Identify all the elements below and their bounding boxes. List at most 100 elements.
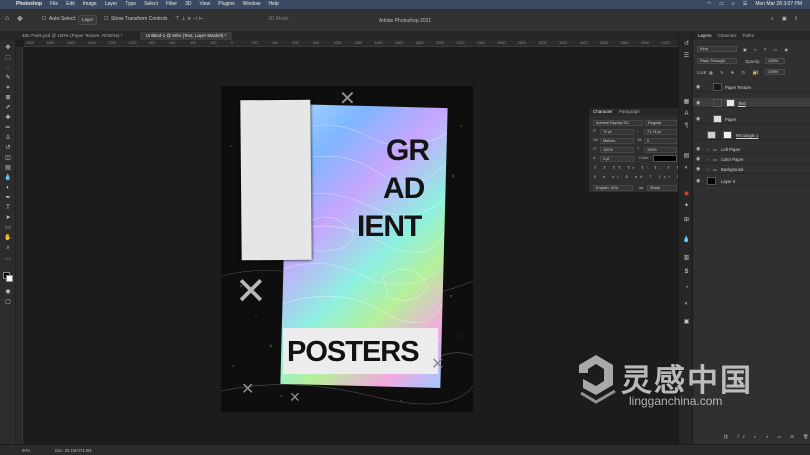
plugin-icon[interactable]: ◉: [682, 190, 691, 199]
search-icon[interactable]: ⌕: [771, 16, 774, 22]
layer-row-left-paper[interactable]: ◉ › ▭ Left Paper: [693, 144, 810, 154]
pen-tool-icon[interactable]: ✒: [3, 194, 13, 203]
fill-field[interactable]: 100%: [765, 69, 785, 75]
path-select-tool-icon[interactable]: ➤: [3, 214, 13, 223]
search-icon[interactable]: ⌕: [732, 0, 735, 9]
workspace-icon[interactable]: ▣: [782, 16, 787, 22]
clone-source-icon[interactable]: ▣: [682, 318, 691, 327]
menu-help[interactable]: Help: [268, 0, 278, 9]
gradient-tool-icon[interactable]: ▤: [3, 164, 13, 173]
move-tool-icon[interactable]: ✥: [3, 44, 13, 53]
tab-paths[interactable]: Paths: [743, 32, 755, 40]
visibility-eye-icon[interactable]: ◉: [696, 100, 700, 106]
layer-action-icons[interactable]: ⛓ fx ◐ ◑ ▭ ⊞ 🗑: [723, 434, 810, 440]
group-chevron-icon[interactable]: ›: [707, 157, 708, 162]
type-tool-icon[interactable]: T: [3, 204, 13, 213]
blend-mode-select[interactable]: Pass Through: [697, 58, 737, 64]
document-info[interactable]: Doc: 25.1M/474.8M: [55, 448, 92, 453]
lasso-tool-icon[interactable]: ◌: [3, 64, 13, 73]
control-center-icon[interactable]: ☰: [743, 0, 747, 9]
quick-select-tool-icon[interactable]: ✎: [3, 74, 13, 83]
healing-tool-icon[interactable]: ✚: [3, 114, 13, 123]
visibility-eye-icon[interactable]: ◉: [696, 146, 700, 152]
group-chevron-icon[interactable]: ›: [707, 167, 708, 172]
menu-window[interactable]: Window: [243, 0, 261, 9]
shape-tool-icon[interactable]: ▭: [3, 224, 13, 233]
history-icon[interactable]: ↺: [682, 40, 691, 49]
layer-row-rectangle-1[interactable]: Rectangle 1: [693, 130, 810, 140]
more-tools-icon[interactable]: ⋯: [3, 256, 13, 265]
group-chevron-icon[interactable]: ›: [707, 147, 708, 152]
layer-row-text[interactable]: ◉ Text: [693, 98, 810, 108]
layer-row-layer-4[interactable]: ◉ Layer 4: [693, 176, 810, 186]
opentype-buttons[interactable]: ﬁ σ st Ā ad T 1st ½: [594, 175, 683, 179]
menu-view[interactable]: View: [200, 0, 211, 9]
visibility-eye-icon[interactable]: ◉: [696, 156, 700, 162]
eyedropper-tool-icon[interactable]: ✐: [3, 104, 13, 113]
move-tool-icon[interactable]: ✥: [17, 15, 23, 23]
tab-paragraph[interactable]: Paragraph: [619, 108, 640, 116]
tracking-field[interactable]: 0: [644, 138, 677, 144]
color-icon[interactable]: 💧: [682, 236, 691, 245]
text-color-swatch[interactable]: [653, 155, 677, 162]
paragraph-panel-icon[interactable]: ¶: [682, 122, 691, 131]
frame-tool-icon[interactable]: ⊠: [3, 94, 13, 103]
battery-icon[interactable]: ▭: [719, 0, 724, 9]
wifi-icon[interactable]: ◠: [707, 0, 711, 9]
stamp-tool-icon[interactable]: ♙: [3, 134, 13, 143]
navigator-icon[interactable]: ◔: [682, 284, 691, 293]
hand-tool-icon[interactable]: ✋: [3, 234, 13, 243]
layer-filter-select[interactable]: Kind: [697, 46, 737, 52]
menu-3d[interactable]: 3D: [185, 0, 191, 9]
quick-mask-icon[interactable]: ◉: [3, 288, 13, 297]
menu-layer[interactable]: Layer: [105, 0, 118, 9]
visibility-eye-icon[interactable]: ◉: [696, 84, 700, 90]
leading-field[interactable]: 71.74 pt: [644, 129, 677, 135]
font-style-select[interactable]: Regular: [645, 120, 677, 126]
marquee-tool-icon[interactable]: ⬚: [3, 54, 13, 63]
share-icon[interactable]: ⇪: [794, 16, 798, 22]
tab-untitled-1[interactable]: Untitled-1 @ 50% (Text, Layer Mask/8) *: [140, 32, 233, 40]
menu-select[interactable]: Select: [144, 0, 158, 9]
menu-plugins[interactable]: Plugins: [218, 0, 234, 9]
properties-icon[interactable]: ☰: [682, 52, 691, 61]
tab-layers[interactable]: Layers: [698, 32, 712, 40]
character-panel-icon[interactable]: A: [682, 110, 691, 119]
kerning-field[interactable]: Metrics: [600, 138, 634, 144]
type-style-buttons[interactable]: T T TT Tr T' T, T Ŧ: [594, 166, 682, 170]
auto-select-checkbox[interactable]: ☐: [42, 16, 46, 22]
tab-character[interactable]: Character: [593, 108, 613, 116]
background-color-swatch[interactable]: [6, 275, 13, 282]
menu-type[interactable]: Type: [125, 0, 136, 9]
layer-comps-icon[interactable]: ▥: [682, 254, 691, 263]
screen-mode-icon[interactable]: ▢: [3, 298, 13, 307]
horizontal-scale-field[interactable]: 100%: [644, 147, 677, 153]
menu-file[interactable]: File: [50, 0, 58, 9]
poster-artboard[interactable]: GR AD IENT POSTERS ✕ ✕ ✕ ✕ ✕: [221, 86, 473, 412]
swatches-icon[interactable]: ▦: [682, 98, 691, 107]
clock[interactable]: Mon Mar 28 3:07 PM: [755, 0, 802, 9]
align-icons[interactable]: ⊤⊥≡⊣⊢: [175, 16, 205, 22]
info-icon[interactable]: ◐: [682, 300, 691, 309]
layer-row-background[interactable]: ◉ › ▭ Background: [693, 164, 810, 174]
tab-48k-parts[interactable]: 48K Parts.psd @ 100% (Paper Texture, RGB…: [16, 32, 129, 40]
filter-type-icons[interactable]: ▣ ◐ T ▭ ◉: [743, 47, 791, 52]
show-transform-checkbox[interactable]: ☐: [104, 16, 108, 22]
menu-image[interactable]: Image: [83, 0, 97, 9]
font-size-field[interactable]: 72 pt: [600, 129, 634, 135]
antialias-select[interactable]: Sharp: [647, 185, 677, 191]
layer-row-color-paper[interactable]: ◉ › ▭ Color Paper: [693, 154, 810, 164]
vertical-scale-field[interactable]: 100%: [600, 147, 634, 153]
auto-select-target[interactable]: Layer: [78, 15, 98, 25]
dodge-tool-icon[interactable]: ◐: [3, 184, 13, 193]
styles-icon[interactable]: ⊞: [682, 216, 691, 225]
layer-row-paper[interactable]: ◉ Paper: [693, 114, 810, 124]
crop-tool-icon[interactable]: ⌗: [3, 84, 13, 93]
menu-filter[interactable]: Filter: [166, 0, 177, 9]
home-icon[interactable]: ⌂: [5, 15, 9, 22]
visibility-eye-icon[interactable]: ◉: [696, 166, 700, 172]
app-menu[interactable]: Photoshop: [16, 0, 42, 9]
glyphs-icon[interactable]: ✦: [682, 202, 691, 211]
history-brush-tool-icon[interactable]: ↺: [3, 144, 13, 153]
zoom-level[interactable]: 50%: [22, 448, 30, 453]
